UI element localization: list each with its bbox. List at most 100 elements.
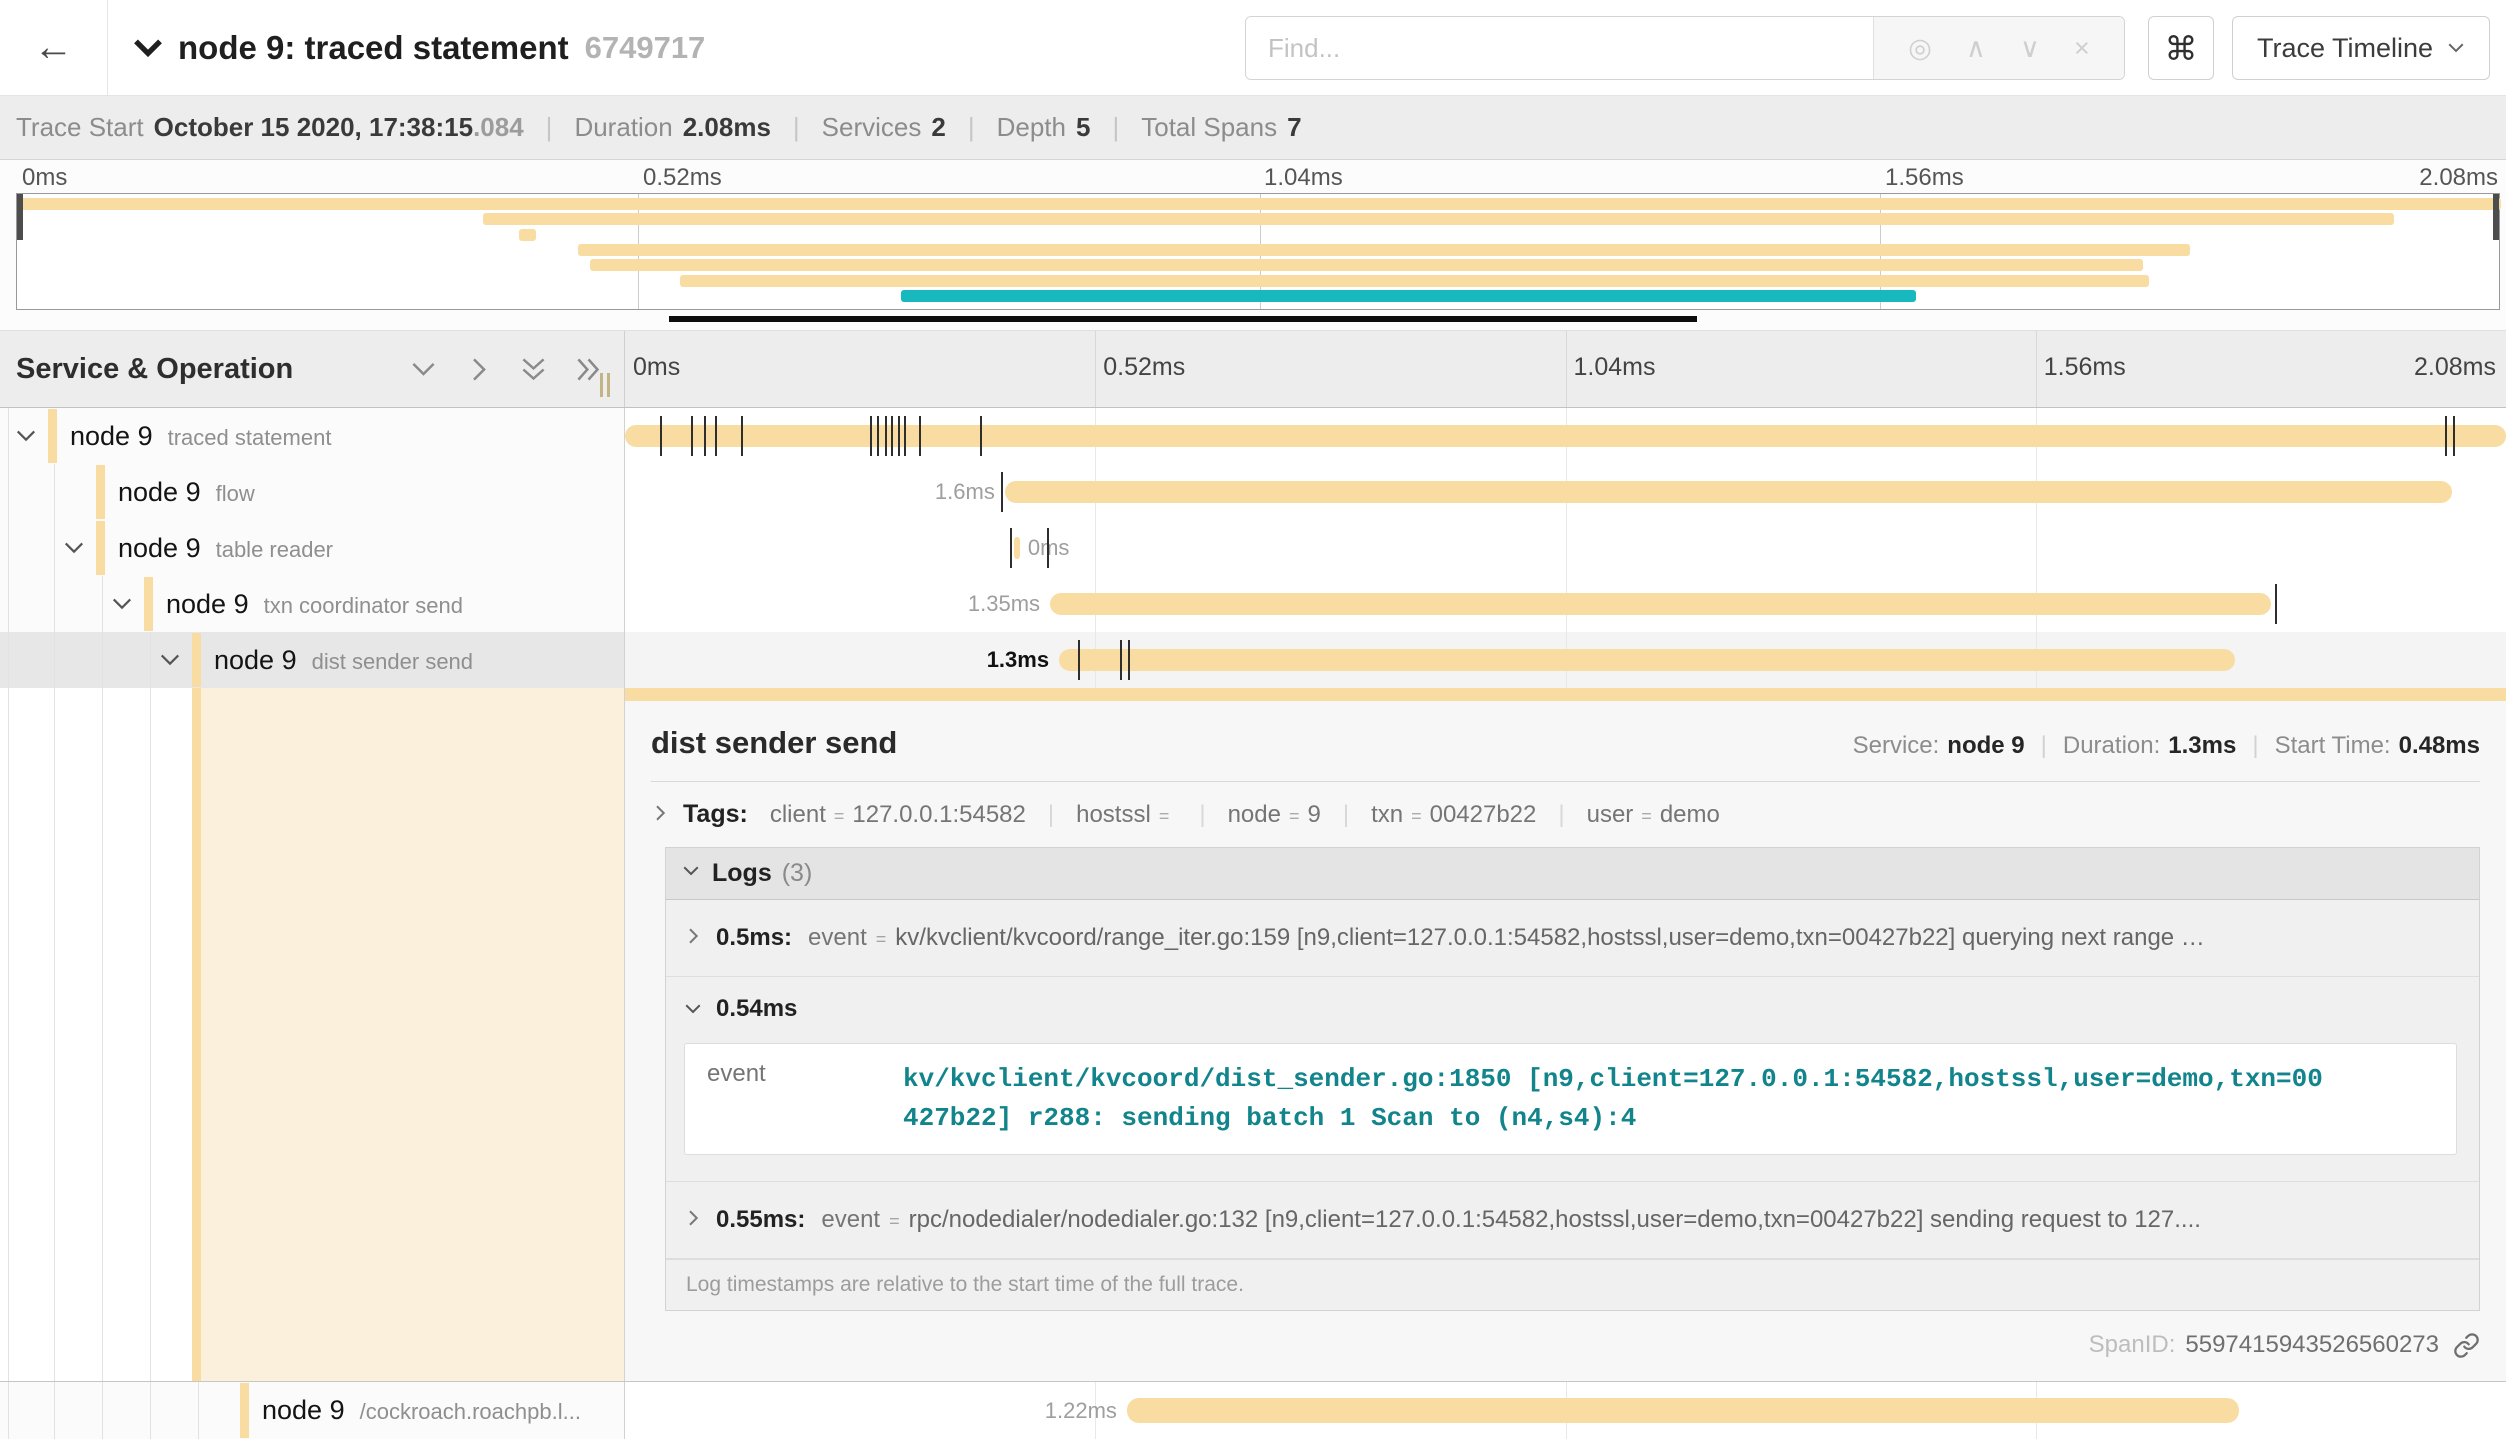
minimap-right-scrubber[interactable] [2493,194,2499,240]
span-row[interactable]: node 9traced statement [0,408,2506,464]
column-resizer[interactable] [600,373,610,397]
span-name-cell[interactable]: node 9flow [0,464,625,520]
span-bar[interactable] [1050,593,2271,615]
log-entry-header[interactable]: 0.54ms [666,977,2479,1035]
expand-one-icon[interactable] [410,356,437,383]
minimap-tick-label: 1.04ms [1264,164,1343,192]
deep-link-icon[interactable] [2453,1332,2480,1359]
span-bar[interactable] [625,425,2506,447]
minimap-span-bar [680,275,2149,287]
tag-equals: = [1641,806,1652,827]
trace-view-selector[interactable]: Trace Timeline [2232,16,2490,80]
chevron-down-icon[interactable] [159,649,181,671]
span-bar[interactable] [1014,537,1020,559]
timeline-tick-label: 1.56ms [2044,353,2126,382]
span-duration-label: 1.6ms [935,479,995,505]
tag-item: hostssl= [1076,801,1177,829]
tree-guide [150,1382,151,1439]
minimap-left-scrubber[interactable] [17,194,23,240]
log-detail-card: eventkv/kvclient/kvcoord/dist_sender.go:… [684,1043,2457,1155]
log-marker-tick [891,416,893,456]
log-field-key: event [685,1060,903,1138]
log-marker-tick [1001,472,1003,512]
span-row[interactable]: node 9flow 1.6ms [0,464,2506,520]
span-name: node 9dist sender send [214,645,473,676]
next-match-icon[interactable]: ∨ [2020,33,2040,64]
summary-separator: | [793,112,800,143]
span-name-cell[interactable]: node 9table reader [0,520,625,576]
log-timestamp: 0.54ms [716,995,797,1023]
log-timestamp: 0.55ms: [716,1206,805,1234]
span-row[interactable]: node 9/cockroach.roachpb.l...1.22ms [0,1382,2506,1439]
chevron-down-icon[interactable] [63,537,85,559]
summary-separator: | [1112,112,1119,143]
span-track[interactable]: 1.6ms [625,464,2506,520]
logs-title: Logs [712,859,772,888]
minimap-viewport-bar[interactable] [669,316,1697,322]
prev-match-icon[interactable]: ∧ [1966,33,1986,64]
summary-item-suffix: .084 [473,112,524,142]
summary-separator: | [968,112,975,143]
collapse-all-icon[interactable] [575,356,602,383]
span-track[interactable]: 1.22ms [625,1382,2506,1439]
span-bar[interactable] [1059,649,2235,671]
trace-summary-bar: Trace StartOctober 15 2020, 17:38:15.084… [0,96,2506,160]
span-name-cell[interactable]: node 9dist sender send [0,632,625,688]
span-duration-label: 1.35ms [968,591,1040,617]
match-target-icon[interactable]: ◎ [1908,33,1932,64]
minimap-span-bar [901,290,1916,302]
span-name-cell[interactable]: node 9/cockroach.roachpb.l... [0,1382,625,1439]
detail-meta-value: 0.48ms [2399,732,2480,760]
span-operation-name: /cockroach.roachpb.l... [360,1399,581,1425]
span-name-cell[interactable]: node 9txn coordinator send [0,576,625,632]
back-button[interactable]: ← [0,0,108,95]
tree-guide [54,520,55,576]
minimap-canvas[interactable] [16,193,2500,310]
logs-header[interactable]: Logs (3) [666,848,2479,900]
find-input[interactable] [1246,17,1873,79]
log-equals: = [876,929,887,950]
tree-guide [102,688,103,1381]
tag-separator: | [1558,801,1564,829]
span-bar[interactable] [1005,481,2452,503]
span-row[interactable]: node 9dist sender send 1.3ms [0,632,2506,688]
span-bar[interactable] [1127,1398,2239,1423]
find-tools: ◎ ∧ ∨ × [1873,17,2124,79]
span-track[interactable]: 1.35ms [625,576,2506,632]
span-service-name: node 9 [70,421,153,452]
span-service-name: node 9 [166,589,249,620]
span-track[interactable] [625,408,2506,464]
detail-meta-label: Start Time: [2275,732,2391,760]
span-track[interactable]: 0ms [625,520,2506,576]
meta-separator: | [2252,732,2258,760]
span-row[interactable]: node 9txn coordinator send 1.35ms [0,576,2506,632]
keyboard-shortcuts-button[interactable]: ⌘ [2148,16,2214,80]
tag-equals: = [1411,806,1422,827]
timeline-tick-label: 0ms [633,353,680,382]
log-entry-collapsed[interactable]: 0.55ms:event=rpc/nodedialer/nodedialer.g… [666,1182,2479,1259]
tag-item: user=demo [1587,801,1720,829]
tree-guide [8,408,9,464]
log-field-key: event [808,924,867,952]
span-color-bar [48,409,57,463]
summary-item-value: 5 [1076,112,1090,143]
span-row[interactable]: node 9table reader 0ms [0,520,2506,576]
tags-accordion[interactable]: Tags: client=127.0.0.1:54582|hostssl=|no… [651,800,2480,829]
expand-all-icon[interactable] [520,356,547,383]
log-entry-collapsed[interactable]: 0.5ms:event=kv/kvclient/kvcoord/range_it… [666,900,2479,977]
timeline-gridline [1566,331,1567,407]
clear-find-icon[interactable]: × [2074,33,2090,64]
timeline-tick-header: 0ms0.52ms1.04ms1.56ms2.08ms [625,331,2506,407]
chevron-down-icon[interactable] [111,593,133,615]
timeline-gridline [1095,331,1096,407]
span-name: node 9table reader [118,533,333,564]
span-operation-name: table reader [216,537,333,563]
chevron-down-icon[interactable] [15,425,37,447]
span-name-cell[interactable]: node 9traced statement [0,408,625,464]
summary-separator: | [546,112,553,143]
detail-meta-label: Duration: [2063,732,2160,760]
span-track[interactable]: 1.3ms [625,632,2506,688]
collapse-one-icon[interactable] [465,356,492,383]
trace-collapse-chevron-down-icon[interactable] [132,32,164,64]
log-marker-tick [870,416,872,456]
